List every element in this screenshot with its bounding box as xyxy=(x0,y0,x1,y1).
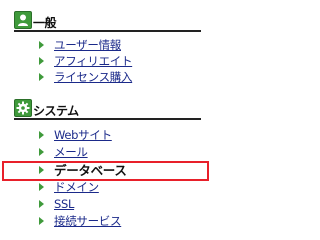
menu-item-domain[interactable]: ドメイン xyxy=(34,180,204,196)
section-title: システム xyxy=(33,104,79,118)
section-divider xyxy=(14,118,201,120)
arrow-bullet-icon xyxy=(39,148,44,156)
menu-item-ssl[interactable]: SSL xyxy=(34,197,204,213)
arrow-bullet-icon xyxy=(39,131,44,139)
menu-item-label[interactable]: Webサイト xyxy=(54,128,112,143)
menu-item-connection-service[interactable]: 接続サービス xyxy=(34,214,204,230)
menu-item-label[interactable]: メール xyxy=(54,145,88,160)
menu-item-label[interactable]: 接続サービス xyxy=(54,214,122,229)
menu-item-label[interactable]: SSL xyxy=(54,197,74,212)
arrow-bullet-icon xyxy=(39,200,44,208)
arrow-bullet-icon xyxy=(39,183,44,191)
highlight-frame xyxy=(2,161,209,181)
gear-icon xyxy=(14,99,32,117)
section-system: システム Webサイト メール データベース ドメイン SSL 接続サービス xyxy=(0,0,211,239)
arrow-bullet-icon xyxy=(39,217,44,225)
menu-item-website[interactable]: Webサイト xyxy=(34,128,204,144)
menu-item-mail[interactable]: メール xyxy=(34,145,204,161)
menu-item-label[interactable]: ドメイン xyxy=(54,180,99,195)
